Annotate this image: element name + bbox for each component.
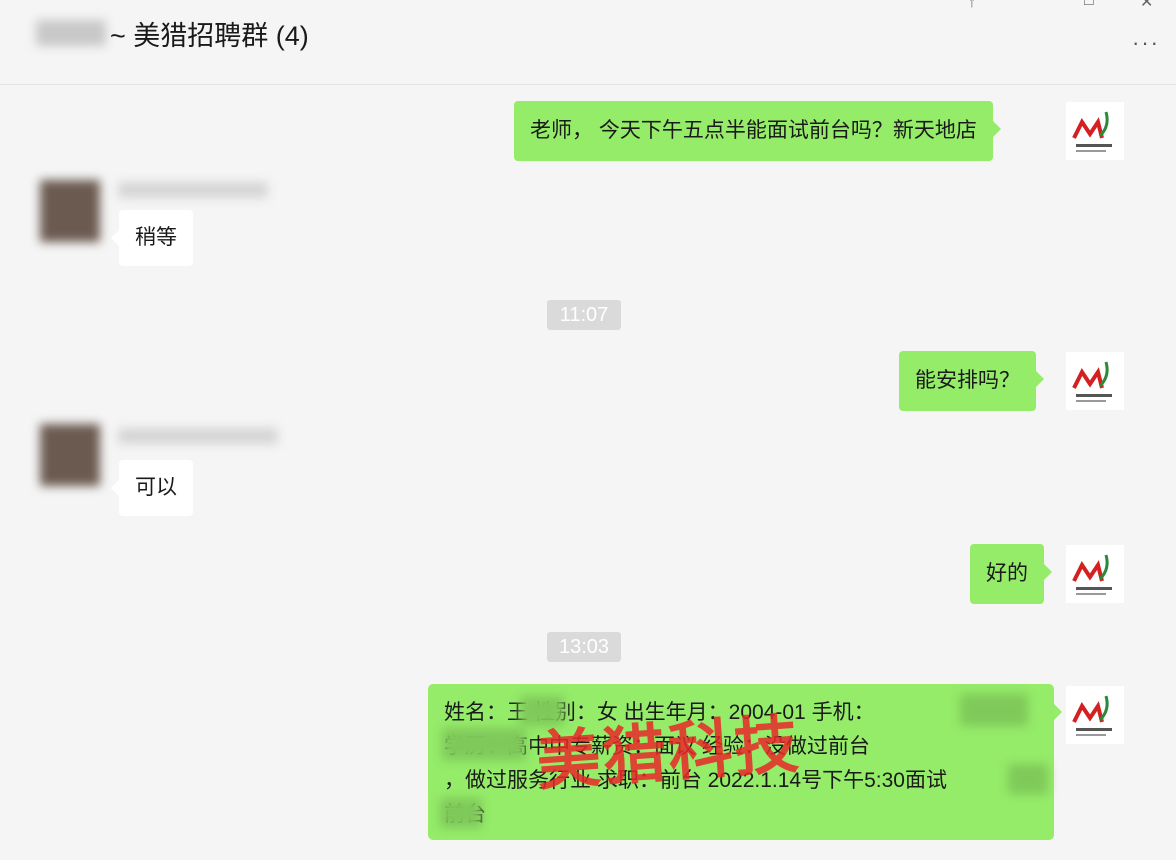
message-bubble-outgoing[interactable]: 老师， 今天下午五点半能面试前台吗？新天地店 [514,101,1001,161]
blurred-store [1008,764,1048,794]
close-icon[interactable]: ✕ [1140,0,1153,12]
my-avatar[interactable] [1066,102,1124,160]
message-bubble-outgoing[interactable]: 好的 [970,544,1052,604]
chat-title: ~ 美猎招聘群 (4) [110,21,309,51]
company-logo-icon [1072,361,1112,402]
blurred-phone [960,694,1028,726]
maximize-icon[interactable]: □ [1084,0,1094,10]
company-logo-icon [1072,554,1112,595]
message-text: 老师， 今天下午五点半能面试前台吗？新天地店 [530,119,977,142]
sender-name-blurred [118,428,278,444]
timestamp: 13:03 [547,632,621,662]
message-bubble-outgoing[interactable]: 能安排吗？ [899,351,1044,411]
blurred-store [440,798,482,828]
message-bubble-incoming[interactable]: 可以 [111,460,193,516]
message-text: 好的 [986,562,1028,585]
message-text: 稍等 [135,226,177,249]
my-avatar[interactable] [1066,686,1124,744]
my-avatar[interactable] [1066,545,1124,603]
more-options-button[interactable]: ··· [1132,30,1160,56]
message-text-line: 学历：高中中专薪资：面议 经验：没做过前台 [444,735,870,758]
message-text-line: 前台 [444,798,1038,832]
other-avatar[interactable] [40,424,100,486]
blurred-group-avatar [36,20,106,46]
chat-header: ~ 美猎招聘群 (4) ↑ – □ ✕ ··· [0,0,1176,85]
blurred-name [520,696,564,726]
blurred-phone [442,728,526,760]
other-avatar[interactable] [40,180,100,242]
timestamp: 11:07 [547,300,621,330]
company-logo-icon [1072,695,1112,736]
message-text: 能安排吗？ [915,369,1020,392]
pin-icon[interactable]: ↑ [968,0,976,12]
my-avatar[interactable] [1066,352,1124,410]
sender-name-blurred [118,182,268,198]
message-text-line: ，做过服务行业 求职：前台 2022.1.14号下午5:30面试 [444,769,947,792]
message-text: 可以 [135,476,177,499]
minimize-icon[interactable]: – [1026,0,1035,8]
message-bubble-incoming[interactable]: 稍等 [111,210,193,266]
company-logo-icon [1072,111,1112,152]
